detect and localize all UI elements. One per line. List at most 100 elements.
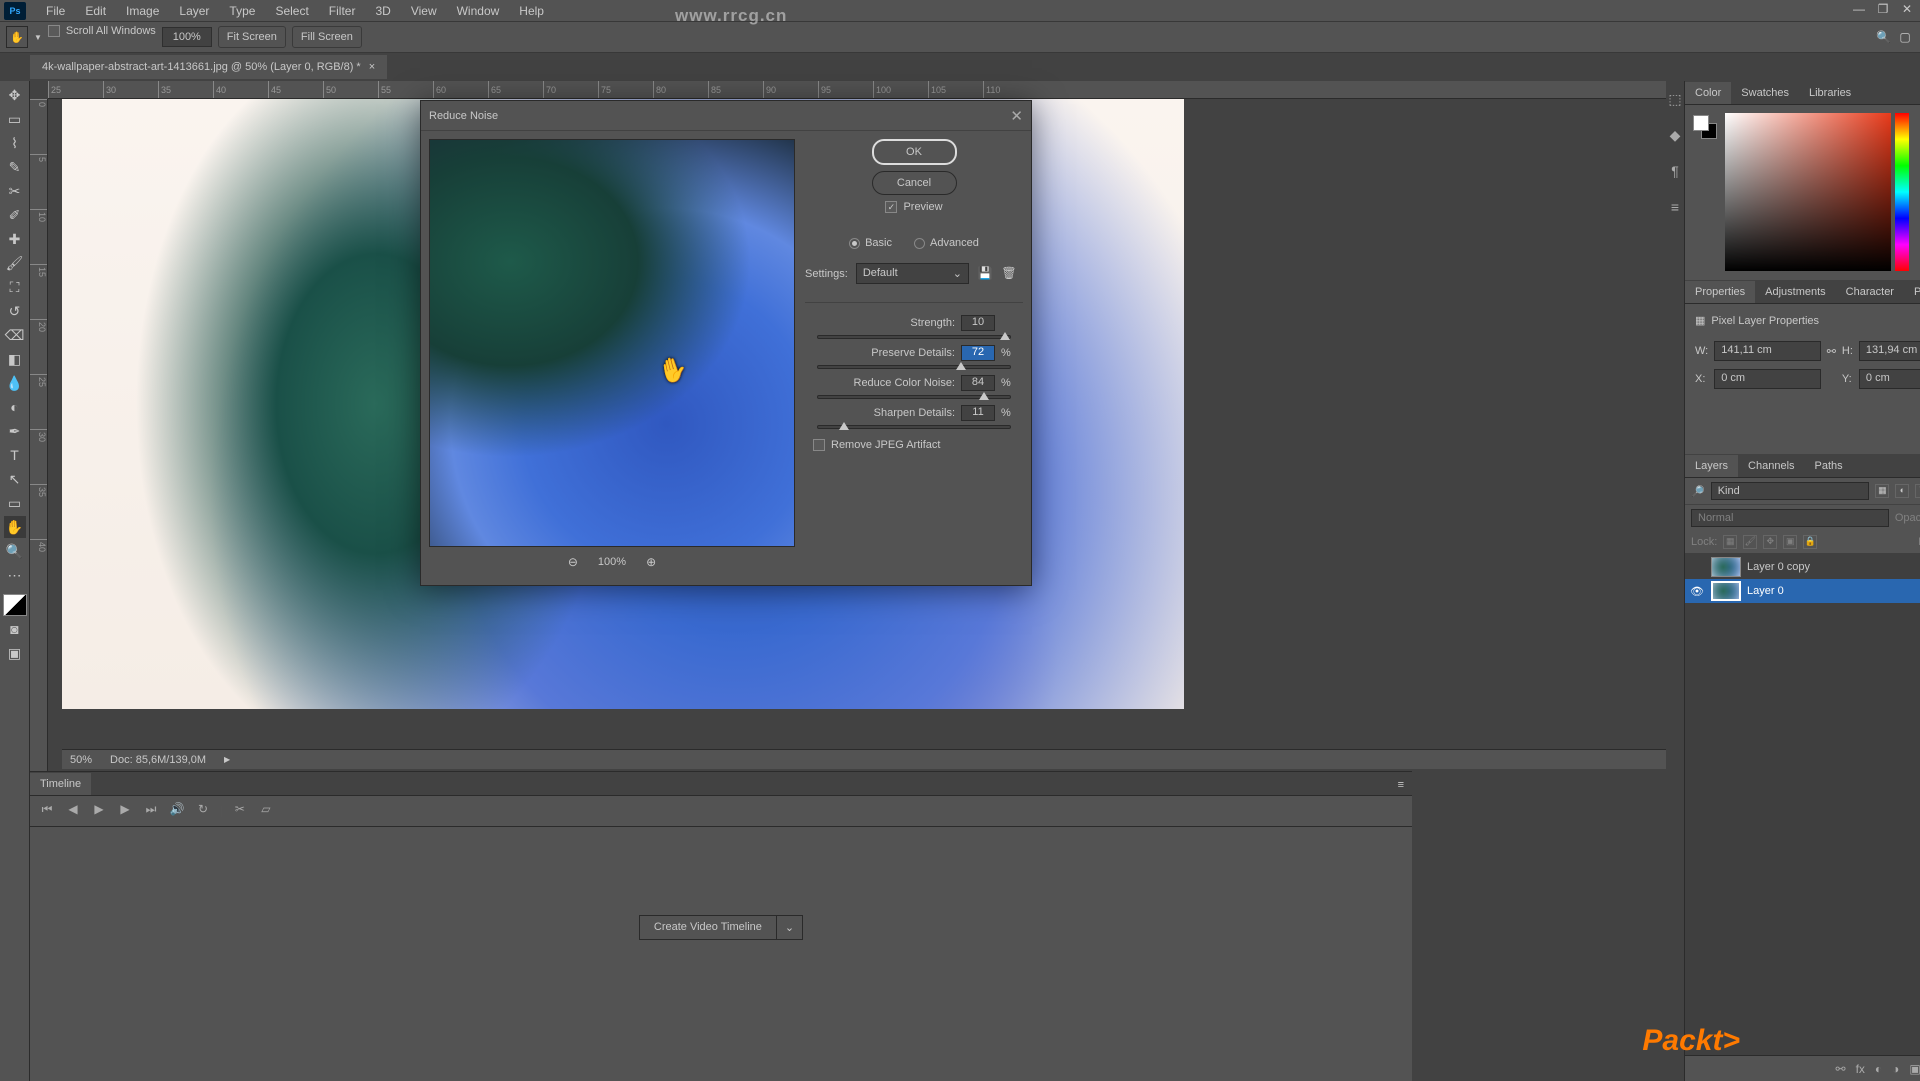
move-tool-icon[interactable]: ✥ bbox=[4, 84, 26, 106]
menu-file[interactable]: File bbox=[36, 1, 75, 21]
history-icon[interactable]: ⬚ bbox=[1666, 91, 1684, 109]
ruler-horizontal[interactable]: 253035404550556065707580859095100105110 bbox=[48, 81, 1666, 99]
rcn-input[interactable]: 84 bbox=[961, 375, 995, 391]
trash-icon[interactable]: 🗑 bbox=[1001, 266, 1017, 282]
shape-tool-icon[interactable]: ▭ bbox=[4, 492, 26, 514]
tab-character[interactable]: Character bbox=[1836, 281, 1904, 303]
remove-jpeg-checkbox[interactable]: Remove JPEG Artifact bbox=[813, 439, 1015, 451]
menu-view[interactable]: View bbox=[401, 1, 447, 21]
brushes-icon[interactable]: ≡ bbox=[1666, 199, 1684, 217]
width-input[interactable]: 141,11 cm bbox=[1714, 341, 1820, 361]
create-video-timeline[interactable]: Create Video Timeline ⌄ bbox=[639, 915, 803, 940]
crop-tool-icon[interactable]: ✂ bbox=[4, 180, 26, 202]
dialog-close-icon[interactable]: ✕ bbox=[1010, 107, 1023, 125]
tab-color[interactable]: Color bbox=[1685, 82, 1731, 104]
fg-color-swatch[interactable] bbox=[1693, 115, 1709, 131]
hand-tool-icon[interactable]: ✋ bbox=[6, 26, 28, 48]
layer-thumbnail[interactable] bbox=[1711, 557, 1741, 577]
height-input[interactable]: 131,94 cm bbox=[1859, 341, 1920, 361]
group-icon[interactable]: ▣ bbox=[1909, 1062, 1920, 1076]
filter-adj-icon[interactable]: ◐ bbox=[1895, 484, 1909, 498]
tab-layers[interactable]: Layers bbox=[1685, 455, 1738, 477]
fx-icon[interactable]: fx bbox=[1856, 1062, 1865, 1076]
quick-mask-icon[interactable]: ◙ bbox=[4, 618, 26, 640]
strength-input[interactable]: 10 bbox=[961, 315, 995, 331]
basic-radio[interactable]: Basic bbox=[849, 237, 892, 249]
create-video-dropdown-icon[interactable]: ⌄ bbox=[776, 916, 802, 939]
menu-select[interactable]: Select bbox=[265, 1, 318, 21]
lock-image-icon[interactable]: 🖌 bbox=[1743, 535, 1757, 549]
filter-pixel-icon[interactable]: ▦ bbox=[1875, 484, 1889, 498]
settings-dropdown[interactable]: Default⌄ bbox=[856, 263, 969, 284]
tab-channels[interactable]: Channels bbox=[1738, 455, 1804, 477]
prev-frame-icon[interactable]: ◀ bbox=[64, 802, 82, 820]
history-brush-tool-icon[interactable]: ↺ bbox=[4, 300, 26, 322]
edit-toolbar-icon[interactable]: ⋯ bbox=[4, 564, 26, 586]
blend-mode-dropdown[interactable]: Normal bbox=[1691, 509, 1889, 527]
menu-layer[interactable]: Layer bbox=[169, 1, 219, 21]
close-icon[interactable]: ✕ bbox=[1900, 2, 1914, 16]
chevron-right-icon[interactable]: ▶ bbox=[224, 755, 230, 764]
workspace-icon[interactable]: ▢ bbox=[1898, 30, 1912, 44]
layer-item[interactable]: 👁 Layer 0 bbox=[1685, 579, 1920, 603]
type-tool-icon[interactable]: T bbox=[4, 444, 26, 466]
strength-track[interactable] bbox=[817, 335, 1011, 339]
link-icon[interactable]: ⚯ bbox=[1827, 345, 1836, 358]
zoom-input[interactable]: 100% bbox=[162, 27, 212, 47]
link-layers-icon[interactable]: ⚯ bbox=[1836, 1062, 1846, 1076]
color-icon[interactable]: ◆ bbox=[1666, 127, 1684, 145]
menu-3d[interactable]: 3D bbox=[365, 1, 400, 21]
menu-type[interactable]: Type bbox=[219, 1, 265, 21]
adjustment-icon[interactable]: ◑ bbox=[1892, 1062, 1899, 1076]
fg-bg-swatch[interactable] bbox=[1693, 115, 1719, 141]
healing-tool-icon[interactable]: ✚ bbox=[4, 228, 26, 250]
tab-paragraph[interactable]: Paragraph bbox=[1904, 281, 1920, 303]
tab-properties[interactable]: Properties bbox=[1685, 281, 1755, 303]
goto-first-frame-icon[interactable]: ⏮ bbox=[38, 802, 56, 820]
split-icon[interactable]: ✂ bbox=[231, 802, 249, 820]
mask-icon[interactable]: ◐ bbox=[1875, 1062, 1882, 1076]
lasso-tool-icon[interactable]: ⌇ bbox=[4, 132, 26, 154]
rcn-track[interactable] bbox=[817, 395, 1011, 399]
filter-kind-dropdown[interactable]: Kind bbox=[1711, 482, 1870, 500]
menu-edit[interactable]: Edit bbox=[75, 1, 116, 21]
visibility-icon[interactable]: 👁 bbox=[1689, 585, 1705, 598]
zoom-in-icon[interactable]: ⊕ bbox=[646, 555, 656, 569]
sharpen-track[interactable] bbox=[817, 425, 1011, 429]
loop-icon[interactable]: ↻ bbox=[194, 802, 212, 820]
fill-screen-button[interactable]: Fill Screen bbox=[292, 26, 362, 48]
search-icon[interactable]: 🔍 bbox=[1876, 30, 1890, 44]
marquee-tool-icon[interactable]: ▭ bbox=[4, 108, 26, 130]
layer-name[interactable]: Layer 0 bbox=[1747, 585, 1784, 597]
search-icon[interactable]: 🔎 bbox=[1691, 485, 1705, 498]
goto-last-frame-icon[interactable]: ⏭ bbox=[142, 802, 160, 820]
create-video-timeline-button[interactable]: Create Video Timeline bbox=[640, 916, 776, 938]
preview-checkbox[interactable]: ✓Preview bbox=[885, 201, 942, 213]
doc-tab[interactable]: 4k-wallpaper-abstract-art-1413661.jpg @ … bbox=[30, 55, 387, 79]
y-input[interactable]: 0 cm bbox=[1859, 369, 1920, 389]
sharpen-input[interactable]: 11 bbox=[961, 405, 995, 421]
next-frame-icon[interactable]: ▶ bbox=[116, 802, 134, 820]
restore-icon[interactable]: ❐ bbox=[1876, 2, 1890, 16]
hue-slider[interactable] bbox=[1895, 113, 1909, 271]
quick-select-tool-icon[interactable]: ✎ bbox=[4, 156, 26, 178]
x-input[interactable]: 0 cm bbox=[1714, 369, 1820, 389]
ruler-vertical[interactable]: 0510152025303540 bbox=[30, 99, 48, 799]
tab-paths[interactable]: Paths bbox=[1805, 455, 1853, 477]
status-doc-size[interactable]: Doc: 85,6M/139,0M bbox=[110, 754, 206, 766]
blur-tool-icon[interactable]: 💧 bbox=[4, 372, 26, 394]
minimize-icon[interactable]: — bbox=[1852, 2, 1866, 16]
advanced-radio[interactable]: Advanced bbox=[914, 237, 979, 249]
scroll-all-checkbox[interactable]: Scroll All Windows bbox=[48, 25, 156, 37]
screen-mode-icon[interactable]: ▣ bbox=[4, 642, 26, 664]
color-field[interactable] bbox=[1725, 113, 1891, 271]
lock-position-icon[interactable]: ✥ bbox=[1763, 535, 1777, 549]
preserve-input[interactable]: 72 bbox=[961, 345, 995, 361]
menu-image[interactable]: Image bbox=[116, 1, 169, 21]
hand-tool-btn[interactable]: ✋ bbox=[4, 516, 26, 538]
panel-menu-icon[interactable]: ≡ bbox=[1390, 775, 1412, 795]
tab-swatches[interactable]: Swatches bbox=[1731, 82, 1799, 104]
gradient-tool-icon[interactable]: ◧ bbox=[4, 348, 26, 370]
path-tool-icon[interactable]: ↖ bbox=[4, 468, 26, 490]
ok-button[interactable]: OK bbox=[872, 139, 957, 165]
